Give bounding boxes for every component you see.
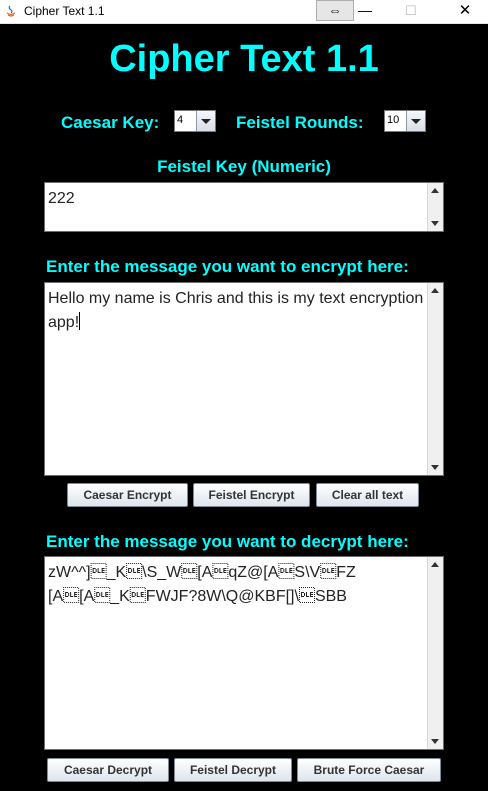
caesar-key-value: 4 bbox=[177, 114, 184, 126]
feistel-key-label: Feistel Key (Numeric) bbox=[157, 157, 331, 176]
decrypt-text: zW^^]_K\S_W[AqZ@[AS\VFZ[A[A_KFW… bbox=[48, 564, 356, 605]
feistel-key-value: 222 bbox=[48, 190, 75, 207]
app-title: Cipher Text 1.1 bbox=[109, 38, 379, 80]
caesar-decrypt-button[interactable]: Caesar Decrypt bbox=[47, 758, 169, 782]
chevron-down-icon[interactable] bbox=[196, 111, 215, 131]
feistel-key-scrollbar[interactable] bbox=[427, 183, 443, 231]
encrypt-label: Enter the message you want to encrypt he… bbox=[46, 257, 409, 276]
caesar-key-label: Caesar Key: bbox=[61, 113, 160, 132]
scroll-down-icon[interactable] bbox=[428, 734, 443, 749]
decrypt-label: Enter the message you want to decrypt he… bbox=[46, 532, 409, 551]
scroll-up-icon[interactable] bbox=[428, 183, 443, 198]
decrypt-scrollbar[interactable] bbox=[427, 557, 443, 749]
feistel-encrypt-button[interactable]: Feistel Encrypt bbox=[193, 483, 310, 507]
java-app-icon bbox=[6, 5, 16, 17]
caesar-key-select[interactable]: 4 bbox=[174, 110, 216, 132]
maximize-icon[interactable]: ☐ bbox=[398, 0, 424, 22]
feistel-rounds-value: 10 bbox=[387, 114, 400, 126]
encrypt-textarea[interactable]: Hello my name is Chris and this is my te… bbox=[44, 282, 444, 476]
caesar-encrypt-button[interactable]: Caesar Encrypt bbox=[67, 483, 188, 507]
feistel-rounds-select[interactable]: 10 bbox=[384, 110, 426, 132]
feistel-key-field[interactable]: 222 bbox=[44, 182, 444, 232]
window-title: Cipher Text 1.1 bbox=[24, 4, 105, 18]
encrypt-text-wrapper: Hello my name is Chris and this is my te… bbox=[48, 287, 425, 335]
scroll-up-icon[interactable] bbox=[428, 283, 443, 298]
encrypt-text: Hello my name is Chris and this is my te… bbox=[48, 290, 428, 331]
text-caret bbox=[79, 312, 81, 330]
scroll-down-icon[interactable] bbox=[428, 216, 443, 231]
decrypt-textarea[interactable]: zW^^]_K\S_W[AqZ@[AS\VFZ[A[A_KFW… bbox=[44, 556, 444, 750]
encrypt-scrollbar[interactable] bbox=[427, 283, 443, 475]
chevron-down-icon[interactable] bbox=[406, 111, 425, 131]
brute-force-caesar-button[interactable]: Brute Force Caesar bbox=[297, 758, 441, 782]
scroll-up-icon[interactable] bbox=[428, 557, 443, 572]
clear-all-text-button[interactable]: Clear all text bbox=[316, 483, 419, 507]
scroll-down-icon[interactable] bbox=[428, 460, 443, 475]
feistel-decrypt-button[interactable]: Feistel Decrypt bbox=[174, 758, 292, 782]
minimize-icon[interactable]: — bbox=[352, 0, 378, 22]
window-titlebar: Cipher Text 1.1 ⇔ — ☐ ✕ bbox=[0, 0, 488, 24]
restore-icon[interactable]: ⇔ bbox=[316, 0, 354, 21]
feistel-rounds-label: Feistel Rounds: bbox=[236, 113, 364, 132]
close-icon[interactable]: ✕ bbox=[448, 0, 482, 22]
